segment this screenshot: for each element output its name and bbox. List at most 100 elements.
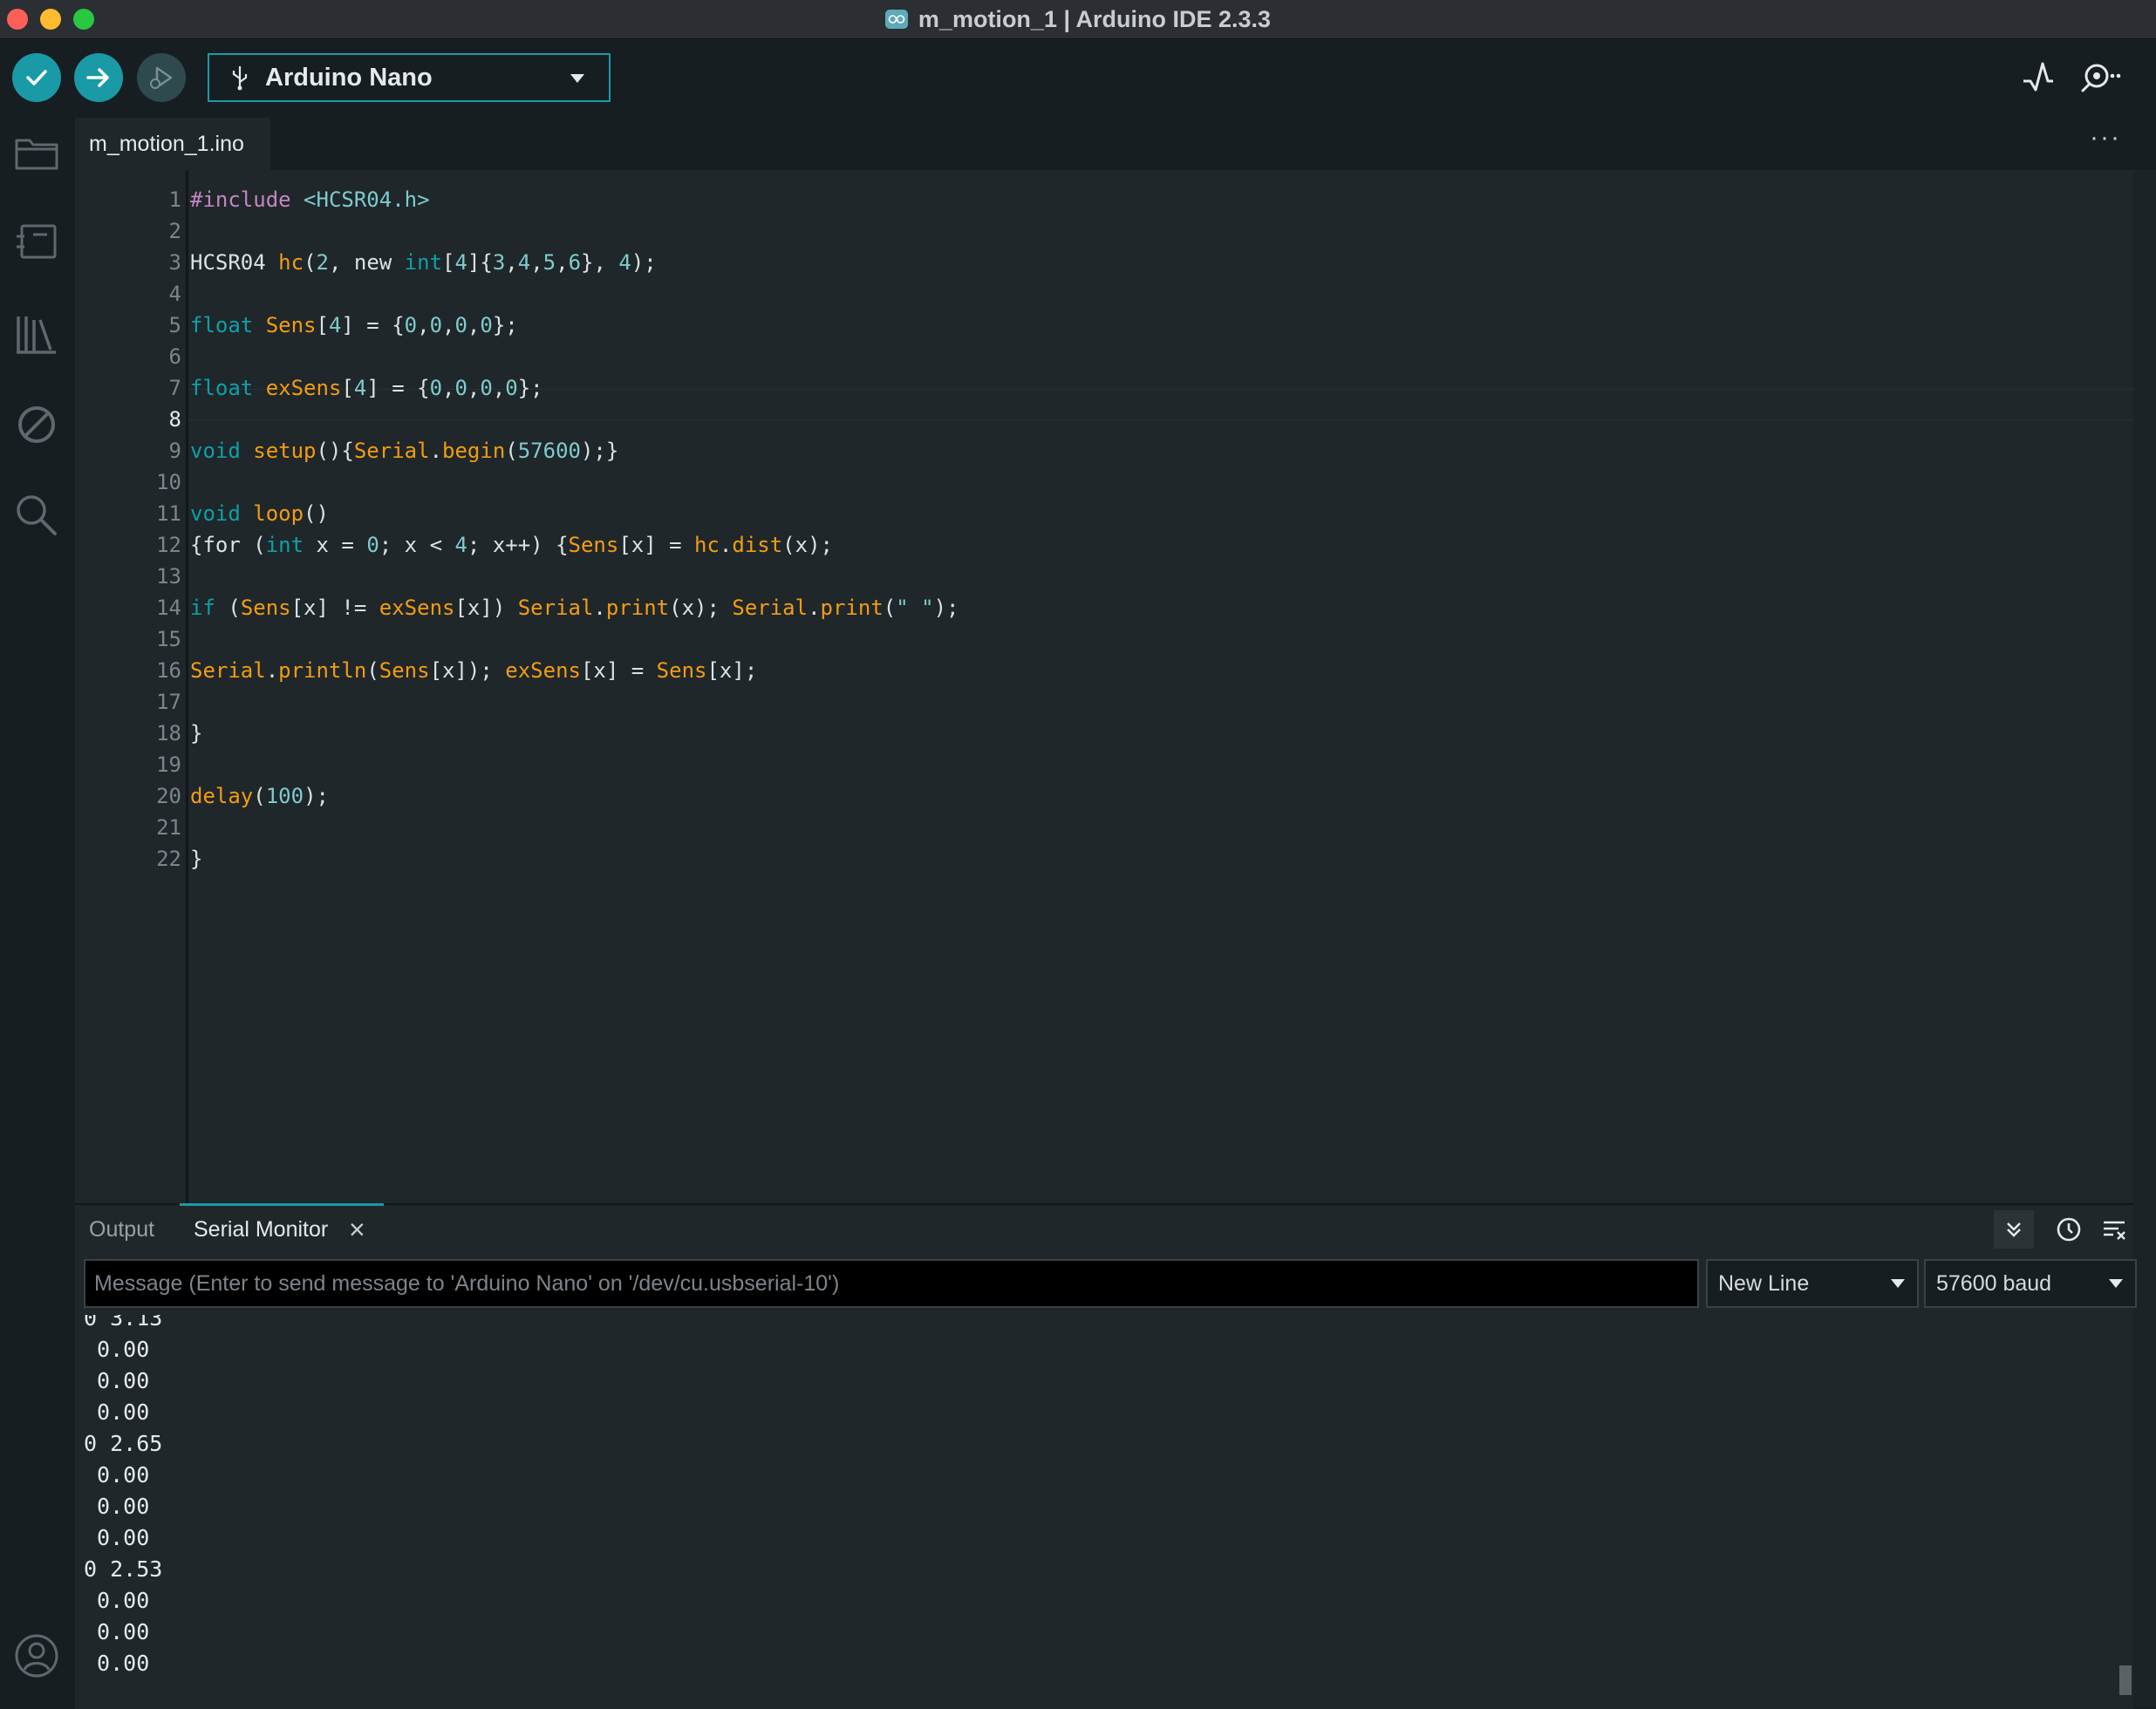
line-ending-select[interactable]: New Line: [1706, 1259, 1919, 1308]
serial-line: 0 3.13: [84, 1315, 163, 1331]
serial-line: 0.00: [84, 1651, 150, 1676]
toolbar: Arduino Nano: [0, 39, 2156, 118]
line-number: 21: [156, 815, 181, 840]
code-line: #include <HCSR04.h>: [190, 187, 430, 212]
code-line: delay(100);: [190, 784, 329, 808]
chevron-down-icon: [570, 74, 584, 83]
line-number: 4: [168, 282, 181, 306]
search-button[interactable]: [10, 489, 63, 541]
board-selector[interactable]: Arduino Nano: [208, 53, 611, 102]
folder-icon: [15, 139, 58, 170]
serial-output: 0 3.13 0.00 0.00 0.00 0 2.65 0.00 0.00 0…: [84, 1315, 2090, 1706]
arrow-right-icon: [86, 68, 109, 87]
upload-button[interactable]: [74, 53, 123, 102]
line-number: 19: [156, 752, 181, 777]
serial-line: 0 2.53: [84, 1556, 163, 1582]
window-title: m_motion_1 | Arduino IDE 2.3.3: [918, 5, 1272, 32]
tab-label: m_motion_1.ino: [89, 131, 244, 156]
tab-m-motion-1[interactable]: m_motion_1.ino: [75, 118, 270, 170]
serial-line: 0.00: [84, 1399, 150, 1425]
chevron-down-icon: [2109, 1279, 2123, 1288]
arduino-logo-icon: [884, 10, 908, 29]
code-line: Serial.println(Sens[x]); exSens[x] = Sen…: [190, 658, 758, 683]
serial-monitor-button[interactable]: [2078, 57, 2125, 99]
clear-output-button[interactable]: [2097, 1212, 2132, 1247]
serial-line: 0.00: [84, 1525, 150, 1550]
line-number: 6: [168, 344, 181, 369]
editor-scrollbar[interactable]: [2133, 170, 2156, 1707]
serial-line: 0.00: [84, 1588, 150, 1613]
line-ending-value: New Line: [1718, 1270, 1810, 1296]
serial-scrollbar-thumb[interactable]: [2119, 1665, 2132, 1695]
search-icon: [17, 495, 57, 535]
code-line: }: [190, 721, 203, 746]
serial-line: 0 2.65: [84, 1431, 163, 1456]
title-bar: m_motion_1 | Arduino IDE 2.3.3: [0, 0, 2156, 39]
line-number: 11: [156, 501, 181, 526]
debug-view-button[interactable]: [10, 398, 63, 451]
chevron-double-down-icon: [2007, 1222, 2021, 1237]
debug-button[interactable]: [137, 53, 186, 102]
tab-output[interactable]: Output: [89, 1217, 154, 1243]
line-number: 18: [156, 721, 181, 746]
code-line: void loop(): [190, 501, 329, 526]
serial-monitor-icon: [2081, 64, 2121, 92]
line-number: 22: [156, 847, 181, 871]
check-icon: [26, 70, 47, 85]
tab-serial-monitor[interactable]: Serial Monitor: [194, 1217, 328, 1243]
code-line: if (Sens[x] != exSens[x]) Serial.print(x…: [190, 596, 959, 620]
code-line: {for (int x = 0; x < 4; x++) {Sens[x] = …: [190, 533, 833, 557]
serial-plotter-button[interactable]: [2020, 57, 2058, 99]
no-debug-icon: [18, 406, 55, 443]
line-number: 20: [156, 784, 181, 808]
serial-line: 0.00: [84, 1619, 150, 1644]
user-icon: [15, 1634, 58, 1678]
boards-manager-button[interactable]: [10, 215, 63, 268]
autoscroll-toggle[interactable]: [1994, 1210, 2034, 1249]
usb-icon: [232, 66, 248, 91]
timestamp-toggle[interactable]: [2051, 1212, 2086, 1247]
serial-line: 0.00: [84, 1494, 150, 1519]
line-number: 14: [156, 596, 181, 620]
line-number: 17: [156, 690, 181, 714]
activity-bar: [0, 118, 75, 1707]
more-actions-button[interactable]: ···: [2090, 123, 2121, 153]
line-number: 9: [168, 439, 181, 463]
active-tab-indicator: [180, 1203, 384, 1206]
line-number: 2: [168, 219, 181, 243]
verify-button[interactable]: [12, 53, 61, 102]
line-number: 7: [168, 376, 181, 400]
line-number: 12: [156, 533, 181, 557]
library-icon: [17, 317, 56, 354]
line-number: 5: [168, 313, 181, 337]
line-number: 1: [168, 187, 181, 212]
line-number: 10: [156, 470, 181, 494]
library-manager-button[interactable]: [10, 308, 63, 360]
gutter-divider: [186, 170, 188, 1203]
clear-output-icon: [2104, 1221, 2125, 1240]
serial-plotter-icon: [2023, 62, 2053, 92]
editor-tab-bar: m_motion_1.ino ···: [75, 118, 2156, 170]
serial-line: 0.00: [84, 1368, 150, 1393]
serial-line: 0.00: [84, 1337, 150, 1362]
code-line: HCSR04 hc(2, new int[4]{3,4,5,6}, 4);: [190, 250, 657, 275]
debug-icon: [150, 66, 173, 89]
serial-line: 0.00: [84, 1462, 150, 1488]
board-icon: [17, 224, 57, 259]
code-line: float exSens[4] = {0,0,0,0};: [190, 376, 543, 400]
baud-rate-select[interactable]: 57600 baud: [1924, 1259, 2137, 1308]
clock-icon: [2057, 1217, 2081, 1242]
close-serial-monitor-button[interactable]: ×: [349, 1214, 365, 1246]
profile-button[interactable]: [10, 1630, 63, 1682]
chevron-down-icon: [1891, 1279, 1905, 1288]
bottom-panel: Output Serial Monitor × Message (Enter t…: [75, 1203, 2137, 1709]
sketchbook-button[interactable]: [10, 126, 63, 179]
line-number: 15: [156, 627, 181, 651]
line-number: 13: [156, 564, 181, 589]
baud-rate-value: 57600 baud: [1936, 1270, 2052, 1296]
serial-message-input[interactable]: Message (Enter to send message to 'Ardui…: [84, 1259, 1699, 1308]
code-line: void setup(){Serial.begin(57600);}: [190, 439, 619, 463]
code-editor[interactable]: 1 2 3 4 5 6 7 8 9 10 11 12 13 14 15 16 1…: [75, 170, 2156, 1203]
code-line: }: [190, 847, 203, 871]
board-name: Arduino Nano: [265, 63, 433, 92]
